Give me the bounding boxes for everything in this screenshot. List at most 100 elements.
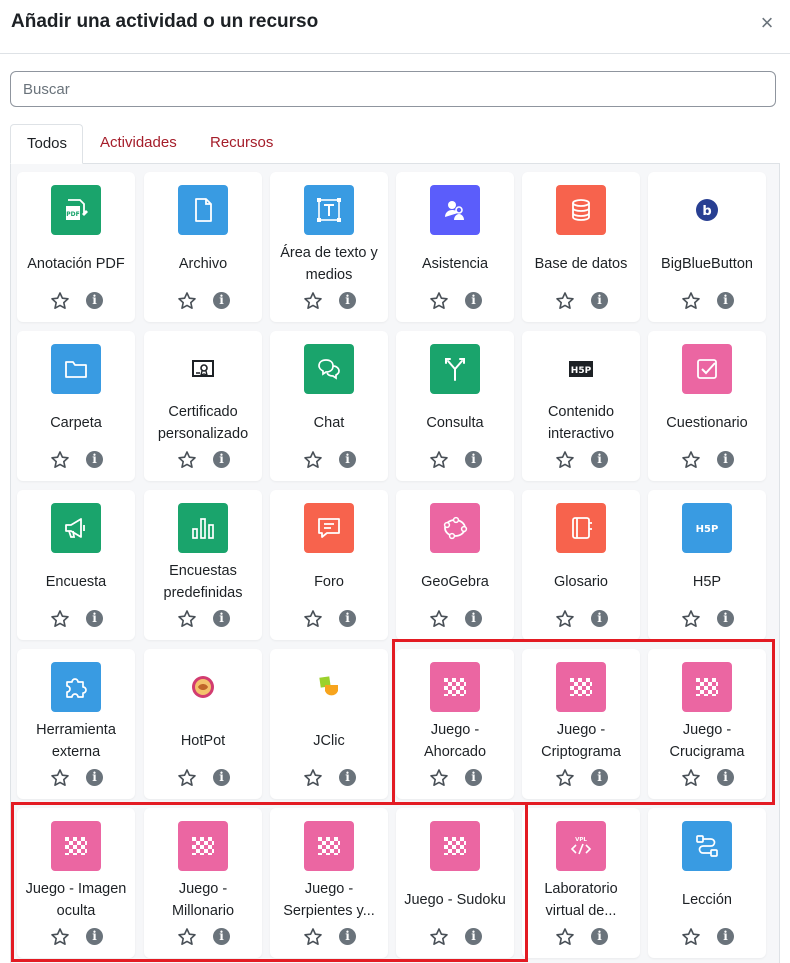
close-icon[interactable]: × [758,12,776,34]
info-icon[interactable]: i [339,928,356,945]
info-icon[interactable]: i [213,451,230,468]
star-icon[interactable] [303,768,323,788]
star-icon[interactable] [681,768,701,788]
activity-item-28[interactable]: Juego - Sudoku i [396,808,514,958]
star-icon[interactable] [429,450,449,470]
star-icon[interactable] [429,768,449,788]
star-icon[interactable] [555,927,575,947]
tab-resources[interactable]: Recursos [194,124,289,164]
info-icon[interactable]: i [591,610,608,627]
info-icon[interactable]: i [213,610,230,627]
star-icon[interactable] [303,450,323,470]
activity-item-26[interactable]: Juego - Millonario i [144,808,262,958]
info-icon[interactable]: i [213,769,230,786]
info-icon[interactable]: i [213,292,230,309]
star-icon[interactable] [555,291,575,311]
info-icon[interactable]: i [86,292,103,309]
activity-item-18[interactable]: H5P H5P i [648,490,766,640]
star-icon[interactable] [177,609,197,629]
info-icon[interactable]: i [339,451,356,468]
activity-item-8[interactable]: Certificado personalizado i [144,331,262,481]
info-icon[interactable]: i [591,769,608,786]
star-icon[interactable] [177,927,197,947]
star-icon[interactable] [429,927,449,947]
activity-item-19[interactable]: Herramienta externa i [17,649,135,799]
info-icon[interactable]: i [591,928,608,945]
info-icon[interactable]: i [717,451,734,468]
activity-item-29[interactable]: VPL Laboratorio virtual de... i [522,808,640,958]
activity-item-15[interactable]: Foro i [270,490,388,640]
tab-activities[interactable]: Actividades [84,124,193,164]
activity-item-13[interactable]: Encuesta i [17,490,135,640]
activity-item-6[interactable]: b BigBlueButton i [648,172,766,322]
activity-label: Juego - Imagen oculta [25,881,127,919]
activity-item-11[interactable]: H5P Contenido interactivo i [522,331,640,481]
info-icon[interactable]: i [717,292,734,309]
activity-label: Lección [682,892,732,908]
star-icon[interactable] [303,291,323,311]
info-icon[interactable]: i [86,610,103,627]
star-icon[interactable] [681,450,701,470]
tab-all[interactable]: Todos [10,124,83,164]
activity-label: Juego - Sudoku [404,892,506,908]
info-icon[interactable]: i [465,292,482,309]
info-icon[interactable]: i [339,769,356,786]
star-icon[interactable] [177,291,197,311]
activity-item-24[interactable]: Juego - Crucigrama i [648,649,766,799]
activity-item-7[interactable]: Carpeta i [17,331,135,481]
star-icon[interactable] [50,609,70,629]
info-icon[interactable]: i [86,769,103,786]
activity-item-4[interactable]: Asistencia i [396,172,514,322]
star-icon[interactable] [555,768,575,788]
activity-item-14[interactable]: Encuestas predefinidas i [144,490,262,640]
activity-item-16[interactable]: GeoGebra i [396,490,514,640]
activity-item-9[interactable]: Chat i [270,331,388,481]
activity-item-21[interactable]: JClic i [270,649,388,799]
activity-item-12[interactable]: Cuestionario i [648,331,766,481]
h5p-icon: H5P [682,503,732,553]
star-icon[interactable] [681,291,701,311]
activity-item-20[interactable]: HotPot i [144,649,262,799]
activity-item-1[interactable]: PDF Anotación PDF i [17,172,135,322]
star-icon[interactable] [50,768,70,788]
search-input[interactable] [10,71,776,107]
activity-item-3[interactable]: Área de texto y medios i [270,172,388,322]
info-icon[interactable]: i [465,610,482,627]
star-icon[interactable] [555,609,575,629]
star-icon[interactable] [50,927,70,947]
info-icon[interactable]: i [465,928,482,945]
star-icon[interactable] [555,450,575,470]
activity-item-2[interactable]: Archivo i [144,172,262,322]
activity-item-10[interactable]: Consulta i [396,331,514,481]
star-icon[interactable] [303,927,323,947]
activity-item-17[interactable]: Glosario i [522,490,640,640]
star-icon[interactable] [50,450,70,470]
activity-item-23[interactable]: Juego - Criptograma i [522,649,640,799]
info-icon[interactable]: i [465,451,482,468]
info-icon[interactable]: i [86,928,103,945]
activity-item-22[interactable]: Juego - Ahorcado i [396,649,514,799]
info-icon[interactable]: i [86,451,103,468]
star-icon[interactable] [177,450,197,470]
info-icon[interactable]: i [591,292,608,309]
info-icon[interactable]: i [717,928,734,945]
info-icon[interactable]: i [465,769,482,786]
activity-item-25[interactable]: Juego - Imagen oculta i [17,808,135,958]
info-icon[interactable]: i [591,451,608,468]
star-icon[interactable] [429,609,449,629]
info-icon[interactable]: i [717,610,734,627]
info-icon[interactable]: i [339,292,356,309]
star-icon[interactable] [681,609,701,629]
activity-item-27[interactable]: Juego - Serpientes y... i [270,808,388,958]
star-icon[interactable] [681,927,701,947]
info-icon[interactable]: i [339,610,356,627]
star-icon[interactable] [177,768,197,788]
star-icon[interactable] [50,291,70,311]
star-icon[interactable] [303,609,323,629]
activity-item-30[interactable]: Lección i [648,808,766,958]
activity-item-5[interactable]: Base de datos i [522,172,640,322]
activity-label: Encuestas predefinidas [163,563,243,601]
info-icon[interactable]: i [717,769,734,786]
info-icon[interactable]: i [213,928,230,945]
star-icon[interactable] [429,291,449,311]
